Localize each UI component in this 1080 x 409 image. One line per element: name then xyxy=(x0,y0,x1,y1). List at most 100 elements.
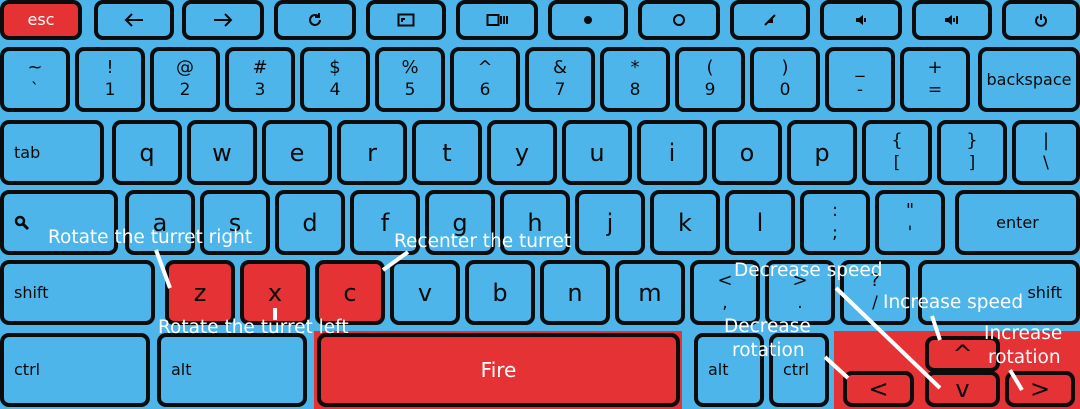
key-3[interactable]: #3 xyxy=(225,47,295,112)
key-power[interactable] xyxy=(1002,0,1080,40)
key-label: > xyxy=(1029,375,1051,403)
key-legend: $4 xyxy=(329,57,341,101)
key-o[interactable]: o xyxy=(712,120,782,185)
key-legend-top: $ xyxy=(329,57,341,79)
key-legend: ~ ` xyxy=(27,58,42,100)
key-x[interactable]: x xyxy=(240,260,310,325)
key-backspace[interactable]: backspace xyxy=(978,47,1080,112)
key-label: o xyxy=(739,138,755,167)
key-m[interactable]: m xyxy=(615,260,685,325)
key-backslash[interactable]: | \ xyxy=(1012,120,1080,185)
key-ctrl-left[interactable]: ctrl xyxy=(0,333,150,407)
key-label: z xyxy=(193,278,207,307)
key-label: esc xyxy=(27,10,55,29)
key-label: r xyxy=(367,138,377,167)
key-legend: @2 xyxy=(176,58,194,101)
key-0[interactable]: ) 0 xyxy=(750,47,820,112)
key-refresh[interactable] xyxy=(274,0,356,40)
key-5[interactable]: % 5 xyxy=(375,47,445,112)
key-back[interactable] xyxy=(94,0,174,40)
key-forward[interactable] xyxy=(182,0,264,40)
fullscreen-icon xyxy=(397,13,415,27)
key-legend-top: & xyxy=(552,57,568,79)
key-legend: * 8 xyxy=(630,57,641,100)
key-label: Fire xyxy=(480,358,517,382)
key-volume-down[interactable] xyxy=(820,0,902,40)
key-t[interactable]: t xyxy=(412,120,482,185)
key-label: j xyxy=(606,208,614,237)
key-shift-left[interactable]: shift xyxy=(0,260,155,325)
key-legend: _ - xyxy=(856,58,865,100)
key-arrow-down[interactable]: v xyxy=(925,371,1000,407)
key-label: e xyxy=(289,138,305,167)
key-overview[interactable] xyxy=(456,0,538,40)
key-i[interactable]: i xyxy=(637,120,707,185)
key-label: alt xyxy=(708,360,729,379)
key-v[interactable]: v xyxy=(390,260,460,325)
key-p[interactable]: p xyxy=(787,120,857,185)
key-legend: ^ 6 xyxy=(477,57,493,100)
key-y[interactable]: y xyxy=(487,120,557,185)
key-quote[interactable]: " ' xyxy=(875,190,945,255)
key-minus[interactable]: _ - xyxy=(825,47,895,112)
volume-up-icon xyxy=(943,13,961,27)
key-8[interactable]: * 8 xyxy=(600,47,670,112)
key-label: n xyxy=(567,278,583,307)
key-legend-bottom: 5 xyxy=(404,80,416,101)
key-c[interactable]: c xyxy=(315,260,385,325)
key-n[interactable]: n xyxy=(540,260,610,325)
key-4[interactable]: $4 xyxy=(300,47,370,112)
key-brightness-down[interactable] xyxy=(548,0,628,40)
key-label: l xyxy=(756,208,764,237)
key-brightness-up[interactable] xyxy=(638,0,720,40)
mute-icon xyxy=(763,13,777,27)
key-k[interactable]: k xyxy=(650,190,720,255)
key-alt-left[interactable]: alt xyxy=(157,333,307,407)
annotation-decrease-rotation-line1: Decrease xyxy=(724,316,811,337)
key-j[interactable]: j xyxy=(575,190,645,255)
key-arrow-left[interactable]: < xyxy=(843,371,914,407)
key-esc[interactable]: esc xyxy=(0,0,82,40)
key-legend-bottom: 4 xyxy=(329,80,341,101)
key-legend: }] xyxy=(966,131,977,173)
key-d[interactable]: d xyxy=(275,190,345,255)
key-rbracket[interactable]: }] xyxy=(937,120,1007,185)
annotation-increase-rotation-line2: rotation xyxy=(988,347,1061,368)
key-space[interactable]: Fire xyxy=(317,333,680,407)
key-legend: {[ xyxy=(891,131,902,173)
key-1[interactable]: ! 1 xyxy=(75,47,145,112)
key-volume-up[interactable] xyxy=(912,0,992,40)
key-b[interactable]: b xyxy=(465,260,535,325)
brightness-up-icon xyxy=(672,13,686,27)
key-mute[interactable] xyxy=(730,0,810,40)
refresh-icon xyxy=(307,12,323,28)
key-enter[interactable]: enter xyxy=(955,190,1080,255)
key-legend: :; xyxy=(832,201,838,243)
key-legend-top: ^ xyxy=(477,57,493,79)
key-2[interactable]: @2 xyxy=(150,47,220,112)
key-r[interactable]: r xyxy=(337,120,407,185)
key-semicolon[interactable]: :; xyxy=(800,190,870,255)
key-arrow-right[interactable]: > xyxy=(1005,371,1075,407)
key-w[interactable]: w xyxy=(187,120,257,185)
key-legend-top: < xyxy=(717,270,733,292)
key-label: f xyxy=(380,208,390,237)
key-z[interactable]: z xyxy=(165,260,235,325)
key-l[interactable]: l xyxy=(725,190,795,255)
key-fullscreen[interactable] xyxy=(366,0,446,40)
key-6[interactable]: ^ 6 xyxy=(450,47,520,112)
key-legend-top: " xyxy=(905,200,915,222)
key-label: shift xyxy=(1027,282,1062,302)
key-legend-top: * xyxy=(630,57,640,79)
key-legend: <, xyxy=(717,270,733,313)
key-lbracket[interactable]: {[ xyxy=(862,120,932,185)
key-e[interactable]: e xyxy=(262,120,332,185)
key-7[interactable]: & 7 xyxy=(525,47,595,112)
key-equals[interactable]: + = xyxy=(900,47,970,112)
key-9[interactable]: (9 xyxy=(675,47,745,112)
key-tilde[interactable]: ~ ` xyxy=(0,47,70,112)
key-legend-bottom: 2 xyxy=(179,80,191,101)
key-q[interactable]: q xyxy=(112,120,182,185)
key-u[interactable]: u xyxy=(562,120,632,185)
key-tab[interactable]: tab xyxy=(0,120,104,185)
